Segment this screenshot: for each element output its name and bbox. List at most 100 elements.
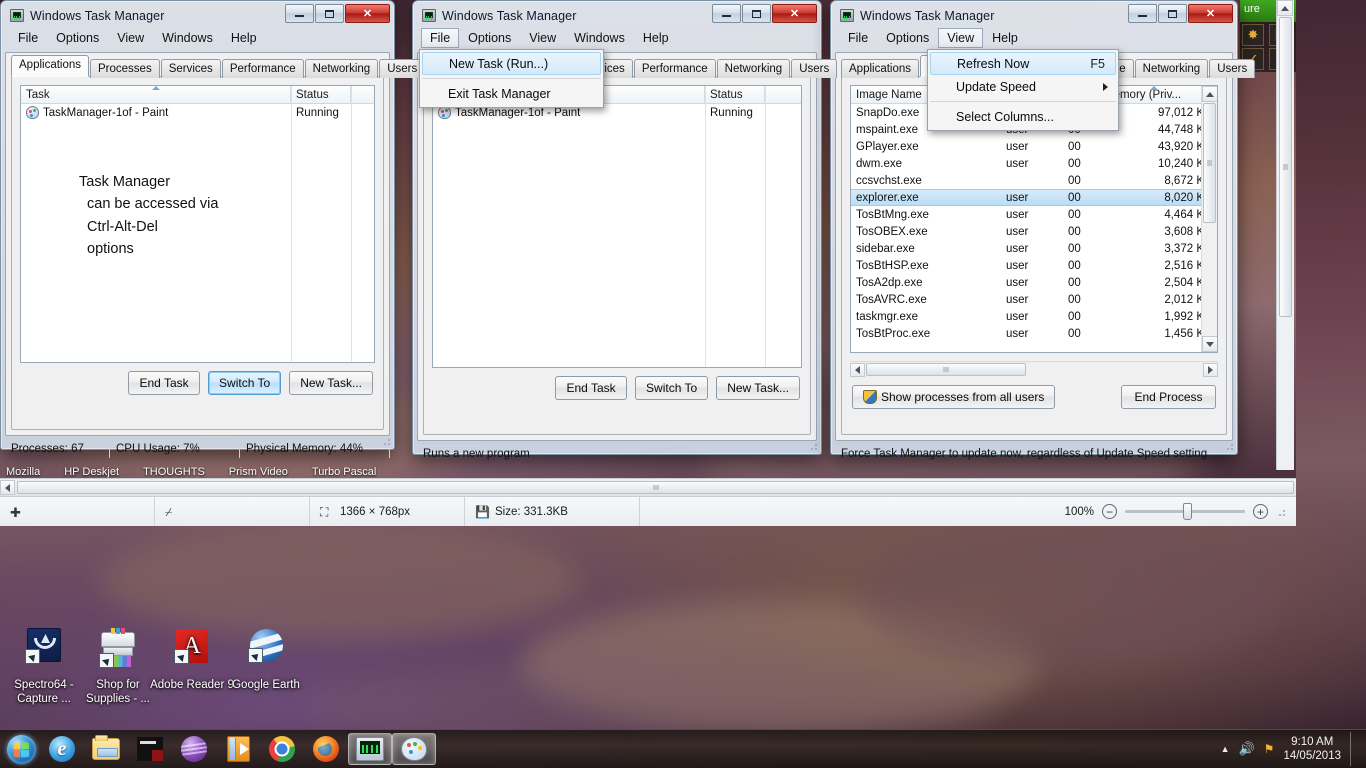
tab-networking[interactable]: Networking [1134, 59, 1209, 78]
table-row[interactable]: TosBtMng.exe user 00 4,464 K [851, 206, 1217, 223]
table-row[interactable]: TosBtProc.exe user 00 1,456 K [851, 325, 1217, 342]
menu-windows[interactable]: Windows [565, 28, 634, 48]
scroll-down-arrow[interactable] [1201, 336, 1217, 352]
tab-users[interactable]: Users [1209, 59, 1256, 78]
new-task-button[interactable]: New Task... [716, 376, 800, 400]
scroll-right-arrow[interactable] [1203, 362, 1218, 377]
close-button[interactable]: ✕ [772, 4, 817, 23]
resize-grip[interactable] [1276, 506, 1286, 517]
end-process-button[interactable]: End Process [1121, 385, 1216, 409]
menu-windows[interactable]: Windows [153, 28, 222, 48]
resize-grip[interactable] [381, 436, 391, 446]
taskbar-chrome-icon[interactable] [260, 733, 304, 765]
window-1-tabstrip[interactable]: Applications Processes Services Performa… [6, 53, 426, 78]
window-1-menubar[interactable]: File Options View Windows Help [5, 26, 390, 51]
menu-options[interactable]: Options [877, 28, 938, 48]
taskbar-paint-icon[interactable] [392, 733, 436, 765]
paint-scroll-left-arrow[interactable] [0, 480, 15, 495]
paint-hscroll-thumb[interactable] [17, 481, 1294, 494]
tray-volume-icon[interactable]: 🔊 [1238, 741, 1254, 757]
maximize-button[interactable] [742, 4, 771, 23]
zoom-in-button[interactable]: + [1253, 504, 1268, 519]
tab-processes[interactable]: Processes [90, 59, 160, 78]
column-status[interactable]: Status [705, 86, 765, 103]
column-task[interactable]: Task [21, 86, 291, 103]
zoom-slider-thumb[interactable] [1182, 503, 1192, 520]
taskbar-media-player-icon[interactable] [216, 733, 260, 765]
resize-grip[interactable] [1224, 441, 1234, 451]
menu-item-select-columns[interactable]: Select Columns... [928, 105, 1118, 128]
menu-help[interactable]: Help [222, 28, 266, 48]
menu-file[interactable]: File [9, 28, 47, 48]
switch-to-button[interactable]: Switch To [208, 371, 282, 395]
switch-to-button[interactable]: Switch To [635, 376, 709, 400]
applications-list[interactable]: Task Status [432, 85, 802, 368]
table-row[interactable]: ccsvchst.exe 00 8,672 K [851, 172, 1217, 189]
tray-action-center-icon[interactable]: ⚑ [1264, 742, 1275, 756]
table-row[interactable]: TosBtHSP.exe user 00 2,516 K [851, 257, 1217, 274]
menu-file[interactable]: File [421, 28, 460, 48]
inner-window-scrollbar[interactable] [1276, 0, 1294, 470]
tray-show-hidden-icon[interactable]: ▲ [1221, 744, 1230, 754]
tab-services[interactable]: Services [160, 59, 221, 78]
table-row[interactable]: TosA2dp.exe user 00 2,504 K [851, 274, 1217, 291]
window-2-controls[interactable]: ✕ [712, 4, 817, 23]
taskbar-firefox-icon[interactable] [304, 733, 348, 765]
window-3-titlebar[interactable]: Windows Task Manager ✕ [835, 4, 1233, 26]
end-task-button[interactable]: End Task [128, 371, 201, 395]
minimize-button[interactable] [1128, 4, 1157, 23]
table-row[interactable]: GPlayer.exe user 00 43,920 K [851, 138, 1217, 155]
window-1-titlebar[interactable]: Windows Task Manager ✕ [5, 4, 390, 26]
taskbar-task-manager-icon[interactable] [348, 733, 392, 765]
menu-help[interactable]: Help [634, 28, 678, 48]
table-row[interactable]: sidebar.exe user 00 3,372 K [851, 240, 1217, 257]
show-desktop-button[interactable] [1350, 732, 1358, 766]
window-2-titlebar[interactable]: Windows Task Manager ✕ [417, 4, 817, 26]
inner-scroll-thumb[interactable] [1279, 17, 1292, 317]
processes-vertical-scrollbar[interactable] [1201, 86, 1217, 352]
maximize-button[interactable] [1158, 4, 1187, 23]
menu-item-refresh-now[interactable]: Refresh Now F5 [930, 52, 1116, 75]
new-task-button[interactable]: New Task... [289, 371, 373, 395]
task-manager-window-3[interactable]: Windows Task Manager ✕ File Options View… [830, 0, 1256, 460]
window-3-button-row[interactable]: Show processes from all users End Proces… [842, 377, 1226, 417]
show-all-users-button[interactable]: Show processes from all users [852, 385, 1056, 409]
tab-networking[interactable]: Networking [716, 59, 791, 78]
taskbar[interactable]: ▲ 🔊 ⚑ 9:10 AM 14/05/2013 [0, 729, 1366, 768]
desktop-icon-google-earth[interactable]: Google Earth [222, 628, 310, 692]
menu-options[interactable]: Options [47, 28, 108, 48]
table-row[interactable]: TosAVRC.exe user 00 2,012 K [851, 291, 1217, 308]
taskbar-internet-explorer-icon[interactable] [40, 733, 84, 765]
window-1-controls[interactable]: ✕ [285, 4, 390, 23]
close-button[interactable]: ✕ [345, 4, 390, 23]
taskbar-purple-app-icon[interactable] [172, 733, 216, 765]
menu-item-update-speed[interactable]: Update Speed [928, 75, 1118, 98]
minimize-button[interactable] [712, 4, 741, 23]
zoom-slider[interactable] [1125, 503, 1245, 520]
hscroll-thumb[interactable] [866, 363, 1026, 376]
taskbar-file-explorer-icon[interactable] [84, 733, 128, 765]
tab-performance[interactable]: Performance [221, 59, 304, 78]
file-menu-dropdown[interactable]: New Task (Run...) Exit Task Manager [419, 49, 604, 108]
task-manager-window-2[interactable]: Windows Task Manager ✕ File Options View… [412, 0, 838, 460]
menu-view[interactable]: View [108, 28, 153, 48]
table-row[interactable]: TaskManager-1of - Paint Running [21, 104, 374, 121]
window-1-button-row[interactable]: End Task Switch To New Task... [12, 371, 383, 403]
paint-horizontal-scrollbar[interactable] [0, 478, 1296, 496]
menu-view[interactable]: View [520, 28, 565, 48]
menu-view[interactable]: View [938, 28, 984, 48]
applications-list[interactable]: Task Status [20, 85, 375, 363]
end-task-button[interactable]: End Task [555, 376, 628, 400]
close-button[interactable]: ✕ [1188, 4, 1233, 23]
zoom-control[interactable]: 100% − + [1065, 503, 1296, 520]
scroll-up-arrow[interactable] [1201, 86, 1217, 102]
view-menu-dropdown[interactable]: Refresh Now F5 Update Speed Select Colum… [927, 49, 1119, 131]
menu-item-new-task[interactable]: New Task (Run...) [422, 52, 601, 75]
menu-options[interactable]: Options [459, 28, 520, 48]
widget-cell-icon[interactable]: ✸ [1242, 24, 1264, 46]
menu-item-exit-task-manager[interactable]: Exit Task Manager [420, 82, 603, 105]
table-row[interactable]: TosOBEX.exe user 00 3,608 K [851, 223, 1217, 240]
taskbar-black-app-icon[interactable] [128, 733, 172, 765]
tab-applications[interactable]: Applications [11, 55, 90, 77]
zoom-out-button[interactable]: − [1102, 504, 1117, 519]
